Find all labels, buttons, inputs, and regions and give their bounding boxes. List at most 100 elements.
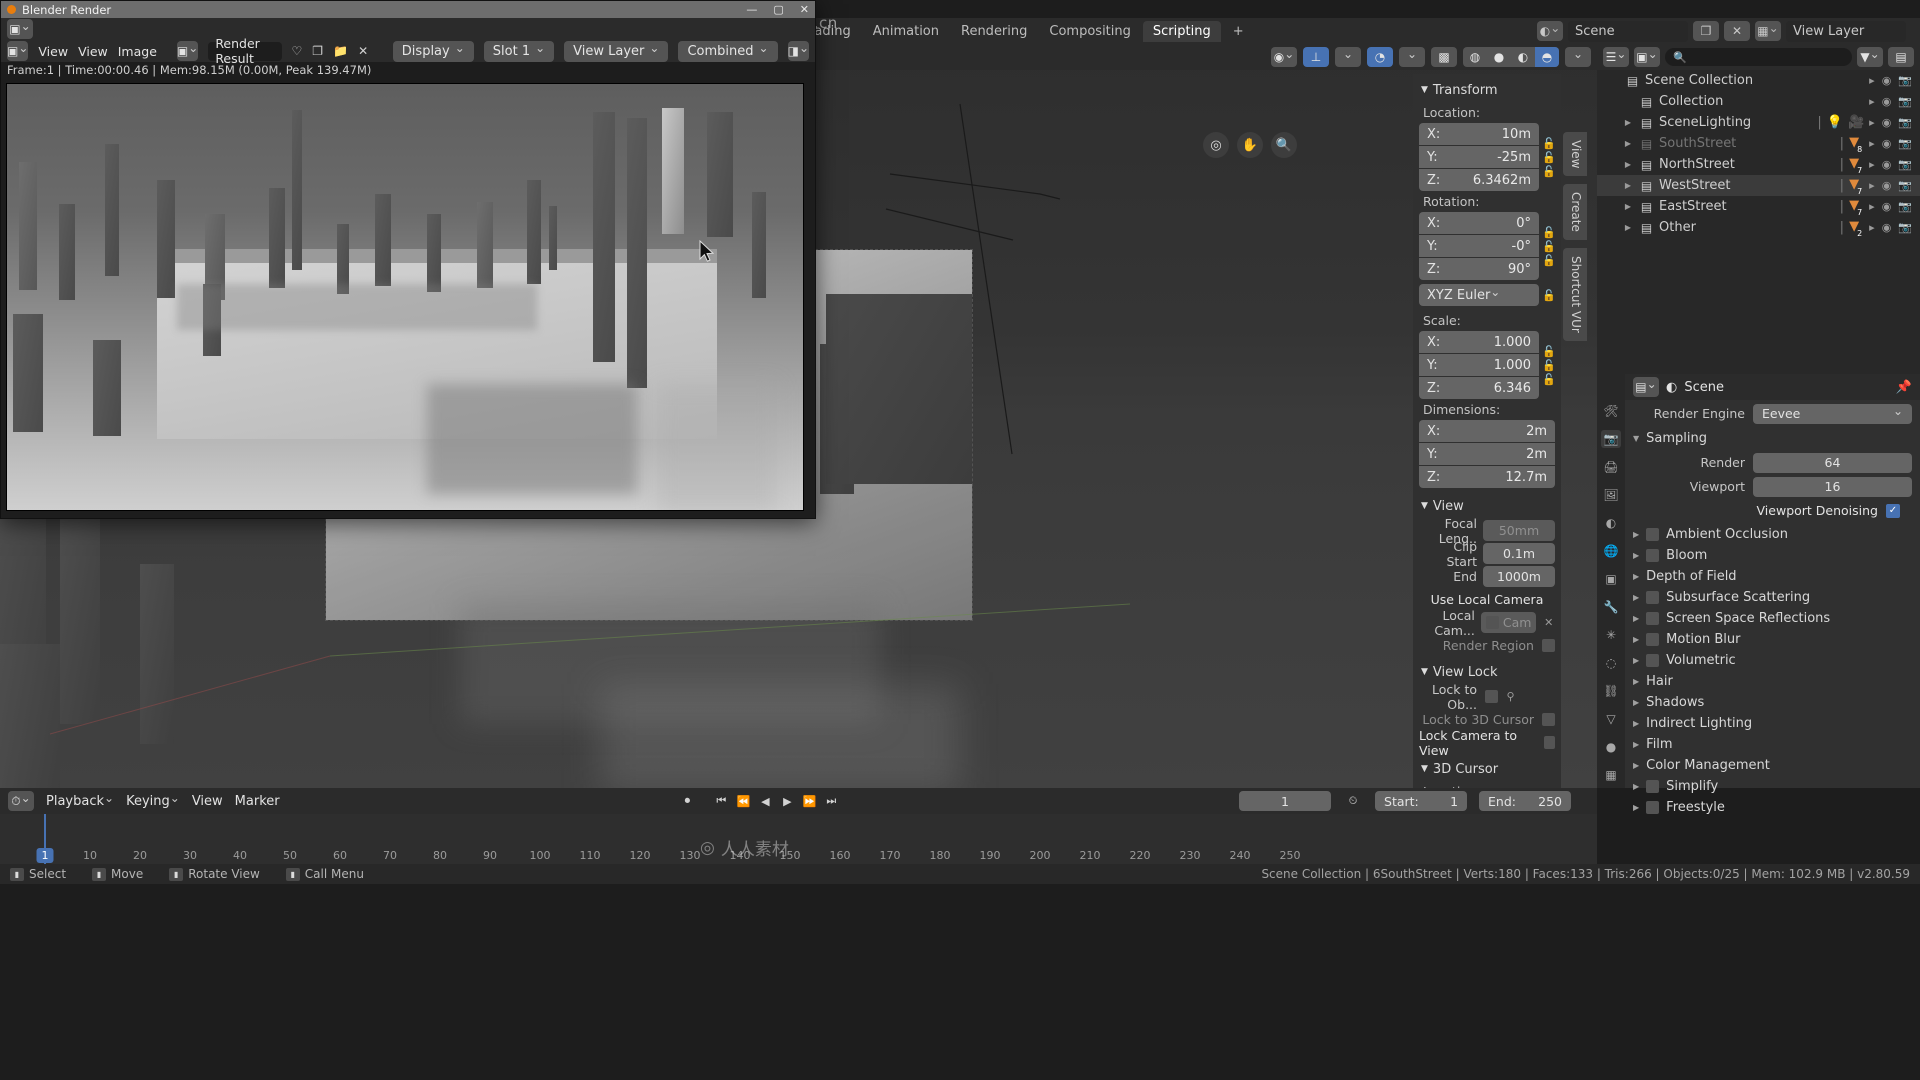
restrict-select-icon[interactable]: ▸	[1869, 200, 1875, 213]
minimize-button[interactable]: —	[746, 3, 757, 16]
new-collection-icon[interactable]: ▤	[1888, 47, 1914, 67]
timeline-menu-marker[interactable]: Marker	[235, 794, 280, 809]
pass-dropdown[interactable]: Combined	[678, 40, 778, 62]
clip-end-value[interactable]: 1000m	[1483, 566, 1555, 587]
scene-name-field[interactable]: Scene	[1568, 20, 1688, 42]
location-z-field[interactable]: Z: 6.3462m	[1419, 169, 1539, 191]
viewlayer-dropdown[interactable]: View Layer	[564, 40, 669, 62]
restrict-select-icon[interactable]: ▸	[1869, 179, 1875, 192]
location-y-field[interactable]: Y: -25m	[1419, 146, 1539, 168]
sidebar-tab-shortcut[interactable]: Shortcut VUr	[1563, 248, 1587, 342]
frame-end-field[interactable]: End: 250	[1479, 791, 1572, 811]
timeline-menu-view[interactable]: View	[192, 794, 223, 809]
properties-tab-tool[interactable]: 🛠	[1601, 402, 1621, 420]
hide-viewport-icon[interactable]: ◉	[1882, 221, 1892, 234]
restrict-select-icon[interactable]: ▸	[1869, 95, 1875, 108]
filter-icon[interactable]: ▼	[1857, 47, 1883, 67]
mesh-icon[interactable]: ▼7	[1849, 198, 1864, 217]
fake-user-icon[interactable]: ♡	[292, 42, 303, 61]
shading-mode-group[interactable]: ◍ ● ◐ ◓	[1463, 47, 1559, 67]
hand-pan-gizmo[interactable]: ✋	[1237, 132, 1263, 158]
render-engine-dropdown[interactable]: Eevee	[1753, 403, 1912, 424]
tab-animation[interactable]: Animation	[863, 21, 949, 42]
restrict-select-icon[interactable]: ▸	[1869, 116, 1875, 129]
lock-scale-y-icon[interactable]: 🔓	[1542, 359, 1556, 372]
rotation-mode-dropdown[interactable]: XYZ Euler	[1419, 284, 1539, 306]
scale-fields[interactable]: X: 1.000 Y: 1.000 Z: 6.346	[1419, 331, 1539, 399]
section-shadows[interactable]: ▶ Shadows	[1625, 692, 1920, 713]
scale-x-field[interactable]: X: 1.000	[1419, 331, 1539, 353]
section-depth-of-field[interactable]: ▶ Depth of Field	[1625, 566, 1920, 587]
sampling-viewport-value[interactable]: 16	[1753, 476, 1912, 497]
properties-tab-texture[interactable]: ▦	[1601, 766, 1621, 784]
clock-icon[interactable]: ⏲	[1343, 792, 1363, 810]
scene-icon[interactable]: ◐	[1537, 21, 1563, 41]
properties-tab-physics[interactable]: ◌	[1601, 654, 1621, 672]
shading-solid-icon[interactable]: ●	[1487, 47, 1511, 67]
section-film[interactable]: ▶ Film	[1625, 734, 1920, 755]
properties-tab-viewlayer[interactable]: 🖼	[1601, 486, 1621, 504]
section-motion-blur[interactable]: ▶ Motion Blur	[1625, 629, 1920, 650]
properties-tab-scene[interactable]: ◐	[1601, 514, 1621, 532]
lock-location-y-icon[interactable]: 🔓	[1542, 151, 1556, 164]
timeline-menu-keying[interactable]: Keying	[126, 794, 180, 809]
pivot-icon[interactable]: ◔	[1367, 47, 1393, 67]
view-mode-icon[interactable]: ▣	[7, 41, 29, 61]
properties-editor[interactable]: 🛠 📷 🖨 🖼 ◐ 🌐 ▣ 🔧 ✳ ◌ ⛓ ▽ ● ▦ ▤ ◐ Scene 📌	[1597, 374, 1920, 815]
play-icon[interactable]: ▶	[777, 792, 797, 810]
shading-wireframe-icon[interactable]: ◍	[1463, 47, 1487, 67]
viewport-denoising-checkbox[interactable]: ✓	[1886, 503, 1900, 518]
restrict-select-icon[interactable]: ▸	[1869, 74, 1875, 87]
disable-render-icon[interactable]: 📷	[1898, 179, 1912, 192]
expand-arrow-icon[interactable]: ▶	[1622, 223, 1634, 232]
hide-viewport-icon[interactable]: ◉	[1882, 179, 1892, 192]
lock-camera-to-view-checkbox[interactable]	[1543, 736, 1555, 749]
properties-tab-render[interactable]: 📷	[1601, 430, 1621, 448]
timeline-track-area[interactable]: 10 20 30 40 50 60 70 80 90 100 110 120 130 140 150 160 1…	[0, 814, 1597, 864]
image-editor-icon[interactable]: ▣	[7, 19, 33, 39]
render-menu-view-mode[interactable]: View	[38, 44, 68, 59]
rotation-y-field[interactable]: Y: -0°	[1419, 235, 1539, 257]
dimensions-fields[interactable]: X: 2m Y: 2m Z: 12.7m	[1419, 420, 1555, 488]
jump-end-icon[interactable]: ⏭	[821, 792, 841, 810]
section-enable-checkbox[interactable]	[1646, 591, 1660, 604]
section-enable-checkbox[interactable]	[1646, 654, 1660, 667]
restrict-select-icon[interactable]: ▸	[1869, 221, 1875, 234]
hide-viewport-icon[interactable]: ◉	[1882, 158, 1892, 171]
tab-compositing[interactable]: Compositing	[1039, 21, 1141, 42]
filter-id-icon[interactable]: ▣	[1634, 47, 1660, 67]
eyedropper-icon[interactable]: ⚲	[1504, 690, 1517, 703]
render-menu-view[interactable]: View	[78, 44, 108, 59]
new-image-icon[interactable]: ❐	[312, 42, 323, 61]
render-region-row[interactable]: Render Region	[1419, 635, 1555, 656]
rotation-fields[interactable]: X: 0° Y: -0° Z: 90°	[1419, 212, 1539, 280]
jump-start-icon[interactable]: ⏮	[711, 792, 731, 810]
image-icon[interactable]: ▣	[176, 41, 199, 61]
section-volumetric[interactable]: ▶ Volumetric	[1625, 650, 1920, 671]
section-enable-checkbox[interactable]	[1646, 549, 1660, 562]
play-reverse-icon[interactable]: ◀	[755, 792, 775, 810]
panel-header-transform[interactable]: ▼ Transform	[1419, 80, 1555, 102]
expand-arrow-icon[interactable]: ▶	[1622, 181, 1634, 190]
section-simplify[interactable]: ▶ Simplify	[1625, 776, 1920, 797]
mesh-icon[interactable]: ▼7	[1849, 156, 1864, 175]
expand-arrow-icon[interactable]: ▶	[1622, 160, 1634, 169]
outliner-editor[interactable]: ☰ ▣ 🔍 ▼ ▤ ▤ Scene Collection ▸ ◉ 📷 ▤ Collectio…	[1597, 44, 1920, 374]
clip-start-value[interactable]: 0.1m	[1483, 543, 1555, 564]
clear-local-camera-icon[interactable]: ✕	[1542, 616, 1555, 629]
hide-viewport-icon[interactable]: ◉	[1882, 74, 1892, 87]
properties-editor-icon[interactable]: ▤	[1633, 377, 1659, 397]
prev-keyframe-icon[interactable]: ⏪	[733, 792, 753, 810]
shading-options-icon[interactable]	[1565, 47, 1591, 67]
render-region-checkbox[interactable]	[1542, 639, 1555, 652]
current-frame-field[interactable]: 1	[1239, 791, 1332, 811]
hide-viewport-icon[interactable]: ◉	[1882, 200, 1892, 213]
properties-tab-material[interactable]: ●	[1601, 738, 1621, 756]
disable-render-icon[interactable]: 📷	[1898, 221, 1912, 234]
expand-arrow-icon[interactable]: ▶	[1622, 202, 1634, 211]
shading-material-icon[interactable]: ◐	[1511, 47, 1535, 67]
section-indirect-lighting[interactable]: ▶ Indirect Lighting	[1625, 713, 1920, 734]
unlink-icon[interactable]: ✕	[358, 42, 368, 61]
expand-arrow-icon[interactable]: ▶	[1622, 139, 1634, 148]
section-enable-checkbox[interactable]	[1646, 801, 1660, 814]
